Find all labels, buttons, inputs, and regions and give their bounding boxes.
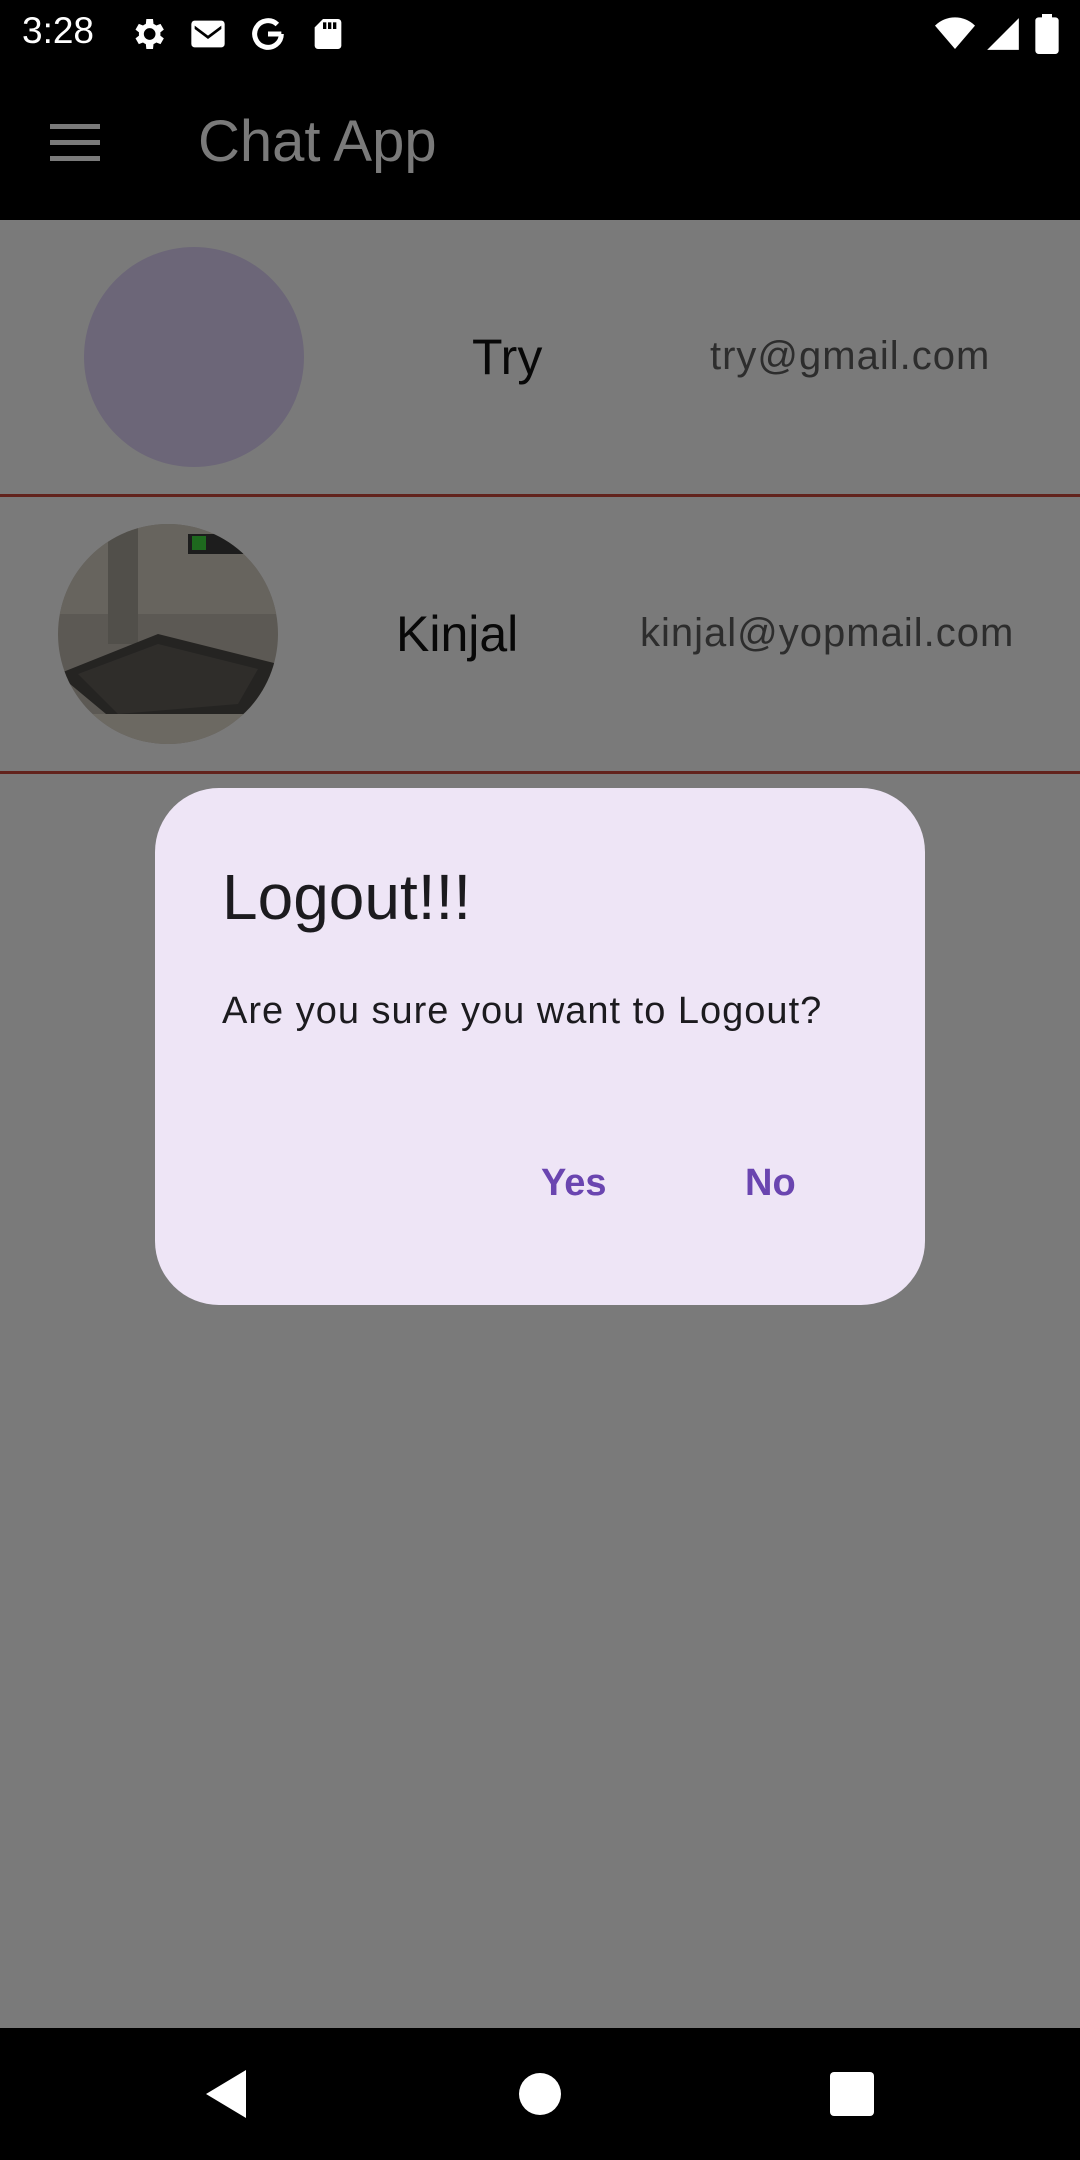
- recents-icon[interactable]: [822, 2064, 882, 2124]
- status-bar: 3:28: [0, 0, 1080, 68]
- back-icon[interactable]: [196, 2064, 256, 2124]
- gmail-icon: [188, 14, 228, 54]
- settings-icon: [128, 14, 168, 54]
- status-time: 3:28: [22, 10, 95, 51]
- no-button[interactable]: No: [725, 1148, 816, 1219]
- logout-dialog: Logout!!! Are you sure you want to Logou…: [155, 788, 925, 1305]
- screen: 3:28 Chat App Logout!!! Are you sure you…: [0, 0, 1080, 2160]
- home-icon[interactable]: [510, 2064, 570, 2124]
- wifi-icon: [934, 14, 975, 54]
- dialog-title: Logout!!!: [222, 861, 472, 933]
- google-icon: [248, 14, 288, 54]
- signal-icon: [984, 14, 1024, 54]
- navigation-bar: [0, 2028, 1080, 2160]
- app-bar: Chat App: [0, 68, 1080, 220]
- dialog-message: Are you sure you want to Logout?: [222, 990, 823, 1032]
- menu-icon[interactable]: [48, 118, 104, 170]
- yes-button[interactable]: Yes: [521, 1148, 627, 1219]
- battery-icon: [1034, 14, 1074, 54]
- app-title: Chat App: [198, 109, 437, 174]
- sd-card-icon: [308, 14, 348, 54]
